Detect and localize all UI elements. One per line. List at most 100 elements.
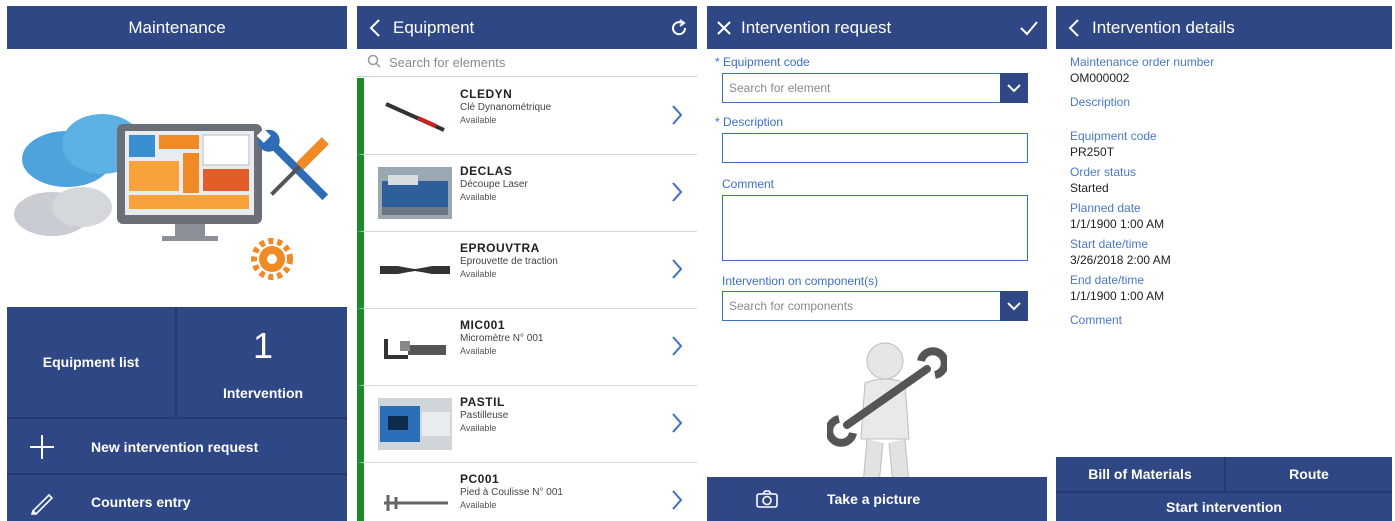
chevron-down-icon[interactable] <box>1000 73 1028 103</box>
details-fields: Maintenance order number OM000002 Descri… <box>1070 49 1392 329</box>
plus-icon <box>7 434 77 460</box>
item-name: Pastilleuse <box>460 410 509 421</box>
page-title: Equipment <box>393 17 475 37</box>
mechanic-figure-illustration <box>827 342 947 485</box>
field-value: PR250T <box>1070 145 1115 159</box>
field-value <box>1070 111 1392 119</box>
intervention-count: 1 <box>252 325 274 366</box>
new-intervention-request-button[interactable]: New intervention request <box>7 421 347 475</box>
list-item[interactable]: MIC001 Micromètre N° 001 Available <box>357 309 697 386</box>
item-status: Available <box>460 500 497 510</box>
take-picture-button[interactable]: Take a picture <box>707 477 1047 521</box>
page-title: Maintenance <box>128 17 226 37</box>
comment-field[interactable] <box>722 195 1028 261</box>
list-item[interactable]: DECLAS Découpe Laser Available <box>357 155 697 232</box>
components-placeholder: Search for components <box>729 299 854 313</box>
pencil-icon <box>7 489 77 515</box>
caliper-thumbnail <box>378 475 452 521</box>
chevron-right-icon <box>671 412 683 439</box>
request-header: Intervention request <box>707 6 1047 49</box>
equipment-list-label: Equipment list <box>42 354 140 370</box>
tensile-specimen-thumbnail <box>378 244 452 296</box>
item-code: CLEDYN <box>460 87 513 101</box>
bill-of-materials-button[interactable]: Bill of Materials <box>1056 457 1226 493</box>
field-value: OM000002 <box>1070 71 1130 85</box>
item-code: PASTIL <box>460 395 505 409</box>
field-label: Comment <box>1070 313 1123 327</box>
equipment-code-placeholder: Search for element <box>729 81 831 95</box>
component-label: Intervention on component(s) <box>722 274 879 288</box>
intervention-label: Intervention <box>222 385 304 401</box>
pelletizer-thumbnail <box>378 398 452 450</box>
torque-wrench-thumbnail <box>378 90 452 142</box>
list-item[interactable]: PC001 Pied à Coulisse N° 001 Available <box>357 463 697 521</box>
route-button[interactable]: Route <box>1226 457 1392 493</box>
checkmark-icon[interactable] <box>1011 20 1047 36</box>
equipment-list-tile[interactable]: Equipment list <box>7 307 177 419</box>
chevron-right-icon <box>671 181 683 208</box>
field-label: Planned date <box>1070 201 1141 215</box>
search-icon <box>367 54 381 71</box>
field-label: Order status <box>1070 165 1137 179</box>
item-name: Pied à Coulisse N° 001 <box>460 487 563 498</box>
maintenance-screen: Maintenance Equipment list 1 Interventio… <box>7 6 347 521</box>
list-item[interactable]: PASTIL Pastilleuse Available <box>357 386 697 463</box>
start-intervention-button[interactable]: Start intervention <box>1056 493 1392 521</box>
counters-entry-label: Counters entry <box>91 494 191 510</box>
item-code: EPROUVTRA <box>460 241 540 255</box>
equipment-screen: Equipment Search for elements CLEDYN Clé … <box>357 6 697 521</box>
field-value: 1/1/1900 1:00 AM <box>1070 289 1165 303</box>
equipment-header: Equipment <box>357 6 697 49</box>
item-name: Découpe Laser <box>460 179 528 190</box>
chevron-right-icon <box>671 258 683 285</box>
item-name: Clé Dynanométrique <box>460 102 552 113</box>
refresh-icon[interactable] <box>661 18 697 37</box>
chevron-right-icon <box>671 489 683 516</box>
request-form: * Equipment code Search for element * De… <box>707 49 1047 521</box>
description-field[interactable] <box>722 133 1028 163</box>
chevron-down-icon[interactable] <box>1000 291 1028 321</box>
details-actions: Bill of Materials Route Start interventi… <box>1056 457 1392 521</box>
camera-icon <box>707 489 827 509</box>
field-label: Maintenance order number <box>1070 55 1215 69</box>
equipment-list: CLEDYN Clé Dynanométrique Available DECLAS… <box>357 78 697 521</box>
equipment-code-dropdown[interactable]: Search for element <box>722 73 1028 103</box>
field-value: 1/1/1900 1:00 AM <box>1070 217 1165 231</box>
intervention-request-screen: Intervention request * Equipment code Se… <box>707 6 1047 521</box>
item-status: Available <box>460 269 497 279</box>
details-header: Intervention details <box>1056 6 1392 49</box>
laser-cutter-thumbnail <box>378 167 452 219</box>
page-title: Intervention request <box>741 17 892 37</box>
intervention-tile[interactable]: 1 Intervention <box>179 307 347 419</box>
list-item[interactable]: EPROUVTRA Eprouvette de traction Available <box>357 232 697 309</box>
item-status: Available <box>460 115 497 125</box>
back-chevron-icon[interactable] <box>1056 18 1092 37</box>
field-value: Started <box>1070 181 1109 195</box>
chevron-right-icon <box>671 104 683 131</box>
field-label: Description <box>1070 95 1131 109</box>
search-input[interactable]: Search for elements <box>357 49 697 77</box>
field-label: End date/time <box>1070 273 1145 287</box>
item-status: Available <box>460 346 497 356</box>
item-name: Eprouvette de traction <box>460 256 558 267</box>
close-icon[interactable] <box>707 20 741 36</box>
computer-tools-illustration <box>14 114 329 280</box>
comment-label: Comment <box>722 177 775 191</box>
intervention-details-screen: Intervention details Maintenance order n… <box>1056 6 1392 521</box>
page-title: Intervention details <box>1092 17 1235 37</box>
item-code: MIC001 <box>460 318 506 332</box>
field-label: Equipment code <box>1070 129 1157 143</box>
chevron-right-icon <box>671 335 683 362</box>
new-request-label: New intervention request <box>91 439 259 455</box>
counters-entry-button[interactable]: Counters entry <box>7 477 347 521</box>
list-item[interactable]: CLEDYN Clé Dynanométrique Available <box>357 78 697 155</box>
item-status: Available <box>460 192 497 202</box>
back-chevron-icon[interactable] <box>357 18 393 37</box>
take-picture-label: Take a picture <box>827 491 921 507</box>
equipment-code-label: * Equipment code <box>715 55 810 69</box>
search-placeholder: Search for elements <box>389 55 506 70</box>
item-status: Available <box>460 423 497 433</box>
field-label: Start date/time <box>1070 237 1149 251</box>
micrometer-thumbnail <box>378 321 452 373</box>
components-dropdown[interactable]: Search for components <box>722 291 1028 321</box>
